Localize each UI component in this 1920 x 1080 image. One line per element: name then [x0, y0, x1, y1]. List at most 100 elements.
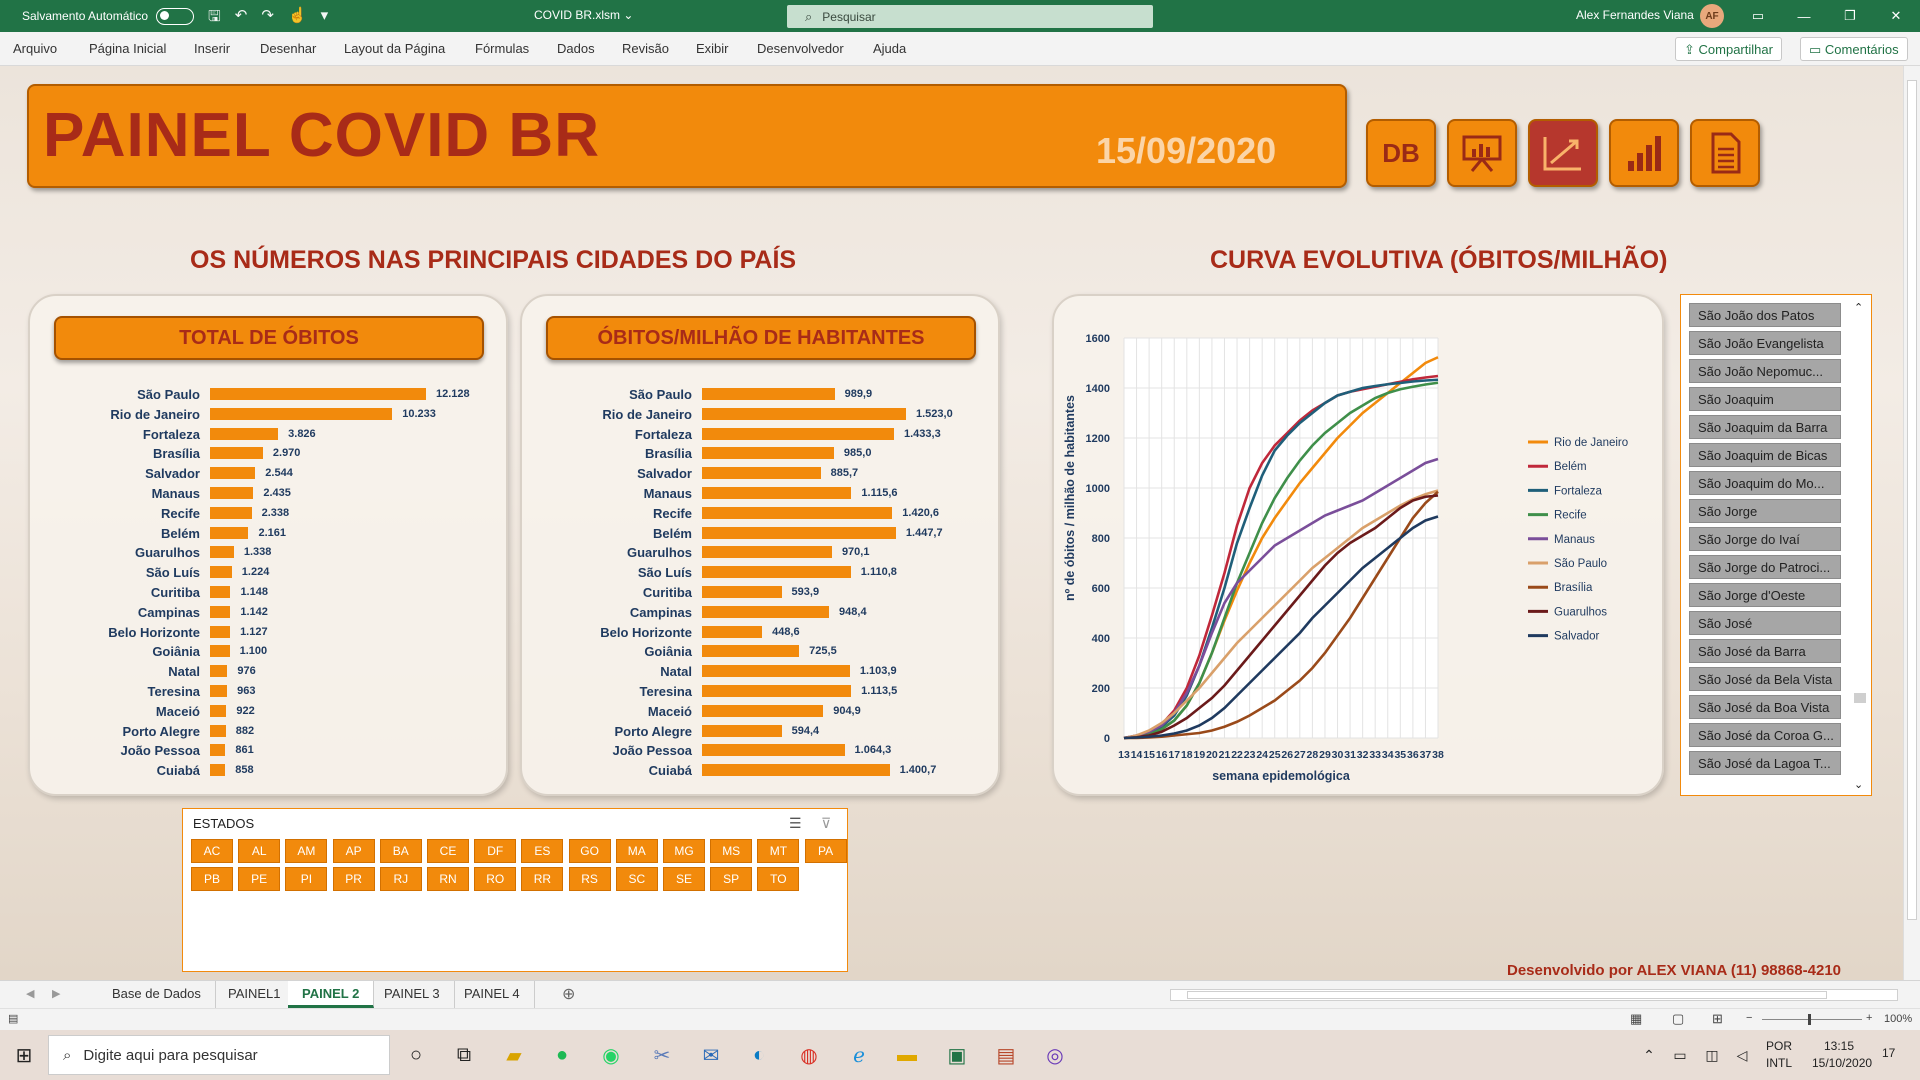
- slicer-scroll-thumb[interactable]: [1854, 693, 1866, 703]
- horizontal-scrollbar[interactable]: [1170, 989, 1898, 1001]
- menu-inserir[interactable]: Inserir: [194, 41, 230, 56]
- page-layout-view-icon[interactable]: ▢: [1672, 1011, 1684, 1027]
- autosave-toggle[interactable]: [156, 7, 195, 25]
- tab-painel2[interactable]: PAINEL 2: [288, 981, 375, 1008]
- state-button-ma[interactable]: MA: [615, 839, 658, 863]
- city-slicer-scrollbar[interactable]: ⌃ ⌄: [1853, 301, 1867, 791]
- nav-trend-button[interactable]: [1528, 119, 1598, 187]
- tab-painel4[interactable]: PAINEL 4: [450, 981, 535, 1008]
- state-button-am[interactable]: AM: [285, 839, 328, 863]
- state-button-ba[interactable]: BA: [379, 839, 422, 863]
- save-icon[interactable]: 🖫: [208, 6, 221, 31]
- state-button-se[interactable]: SE: [663, 867, 705, 891]
- state-button-pa[interactable]: PA: [804, 839, 847, 863]
- menu-exibir[interactable]: Exibir: [696, 41, 729, 56]
- state-button-ms[interactable]: MS: [710, 839, 753, 863]
- nav-bar-chart-button[interactable]: [1609, 119, 1679, 187]
- city-slicer-item[interactable]: São João Evangelista: [1689, 331, 1841, 355]
- state-button-pb[interactable]: PB: [191, 867, 233, 891]
- taskbar-search-input[interactable]: ⌕ Digite aqui para pesquisar: [48, 1035, 390, 1075]
- city-slicer[interactable]: São João dos Patos São João Evangelista Sã…: [1680, 294, 1872, 796]
- chrome-icon[interactable]: ◍: [795, 1041, 823, 1069]
- search-input[interactable]: ⌕ Pesquisar: [787, 5, 1153, 28]
- nav-document-button[interactable]: [1690, 119, 1760, 187]
- state-button-to[interactable]: TO: [757, 867, 800, 891]
- city-slicer-item[interactable]: São Joaquim: [1689, 387, 1841, 411]
- restore-icon[interactable]: ❐: [1827, 0, 1873, 32]
- nav-database-button[interactable]: DB: [1366, 119, 1436, 187]
- internet-explorer-icon[interactable]: ℯ: [845, 1041, 873, 1069]
- clock-date[interactable]: 15/10/2020: [1812, 1056, 1872, 1070]
- city-slicer-item[interactable]: São Jorge do Ivaí: [1689, 527, 1841, 551]
- zoom-slider[interactable]: [1762, 1019, 1862, 1020]
- state-button-rj[interactable]: RJ: [379, 867, 422, 891]
- city-slicer-item[interactable]: São João dos Patos: [1689, 303, 1841, 327]
- horizontal-scroll-thumb[interactable]: [1187, 991, 1827, 999]
- menu-desenvolvedor[interactable]: Desenvolvedor: [757, 41, 844, 56]
- menu-arquivo[interactable]: Arquivo: [13, 41, 57, 56]
- vertical-scrollbar[interactable]: [1903, 66, 1920, 980]
- city-slicer-item[interactable]: São José: [1689, 611, 1841, 635]
- state-button-ce[interactable]: CE: [427, 839, 469, 863]
- state-button-pe[interactable]: PE: [238, 867, 281, 891]
- menu-pagina-inicial[interactable]: Página Inicial: [89, 41, 166, 56]
- state-button-rn[interactable]: RN: [427, 867, 469, 891]
- city-slicer-item[interactable]: São José da Boa Vista: [1689, 695, 1841, 719]
- menu-ajuda[interactable]: Ajuda: [873, 41, 906, 56]
- excel-icon[interactable]: ▣: [943, 1041, 971, 1069]
- language-primary[interactable]: POR: [1766, 1039, 1792, 1053]
- mail-icon[interactable]: ✉: [697, 1041, 725, 1069]
- ribbon-display-icon[interactable]: ▭: [1735, 0, 1781, 32]
- city-slicer-item[interactable]: São José da Lagoa T...: [1689, 751, 1841, 775]
- state-button-rs[interactable]: RS: [568, 867, 611, 891]
- state-button-pi[interactable]: PI: [285, 867, 328, 891]
- city-slicer-item[interactable]: São José da Bela Vista: [1689, 667, 1841, 691]
- state-button-sc[interactable]: SC: [615, 867, 658, 891]
- state-button-rr[interactable]: RR: [521, 867, 564, 891]
- project-icon[interactable]: ▤: [992, 1041, 1020, 1069]
- state-button-sp[interactable]: SP: [710, 867, 753, 891]
- state-button-pr[interactable]: PR: [332, 867, 375, 891]
- city-slicer-item[interactable]: São Jorge d'Oeste: [1689, 583, 1841, 607]
- nav-presentation-button[interactable]: [1447, 119, 1517, 187]
- user-name[interactable]: Alex Fernandes Viana: [1576, 8, 1694, 22]
- menu-layout-pagina[interactable]: Layout da Página: [344, 41, 445, 56]
- state-button-al[interactable]: AL: [238, 839, 281, 863]
- zoom-in-icon[interactable]: +: [1866, 1012, 1872, 1024]
- vertical-scroll-thumb[interactable]: [1907, 80, 1917, 920]
- menu-desenhar[interactable]: Desenhar: [260, 41, 316, 56]
- network-icon[interactable]: ◫: [1698, 1041, 1726, 1069]
- state-button-go[interactable]: GO: [568, 839, 611, 863]
- city-slicer-item[interactable]: São Jorge do Patroci...: [1689, 555, 1841, 579]
- windows-start-icon[interactable]: ⊞: [10, 1041, 38, 1069]
- volume-icon[interactable]: ◁: [1728, 1041, 1756, 1069]
- chevron-up-icon[interactable]: ⌃: [1854, 301, 1863, 314]
- close-icon[interactable]: ✕: [1873, 0, 1919, 32]
- city-slicer-item[interactable]: São João Nepomuc...: [1689, 359, 1841, 383]
- language-secondary[interactable]: INTL: [1766, 1056, 1792, 1070]
- customize-qat-icon[interactable]: ▾: [321, 6, 329, 31]
- app-icon[interactable]: ◎: [1041, 1041, 1069, 1069]
- whatsapp-icon[interactable]: ◉: [597, 1041, 625, 1069]
- clock-time[interactable]: 13:15: [1824, 1039, 1854, 1053]
- state-button-es[interactable]: ES: [521, 839, 564, 863]
- state-button-mt[interactable]: MT: [757, 839, 800, 863]
- city-slicer-item[interactable]: São Joaquim do Mo...: [1689, 471, 1841, 495]
- task-view-icon[interactable]: ⧉: [450, 1041, 478, 1069]
- file-explorer-icon[interactable]: ▬: [893, 1041, 921, 1069]
- macro-record-icon[interactable]: ▤: [8, 1012, 18, 1025]
- tab-painel1[interactable]: PAINEL1: [214, 981, 296, 1008]
- city-slicer-item[interactable]: São Joaquim da Barra: [1689, 415, 1841, 439]
- minimize-icon[interactable]: —: [1781, 0, 1827, 32]
- state-button-ro[interactable]: RO: [474, 867, 517, 891]
- city-slicer-item[interactable]: São Joaquim de Bicas: [1689, 443, 1841, 467]
- autosave-control[interactable]: Salvamento Automático: [22, 0, 195, 32]
- tab-scroll-right-icon[interactable]: ▶: [52, 987, 60, 1000]
- menu-dados[interactable]: Dados: [557, 41, 595, 56]
- snipping-tool-icon[interactable]: ✂: [648, 1041, 676, 1069]
- zoom-level[interactable]: 100%: [1884, 1013, 1912, 1025]
- comments-button[interactable]: ▭ Comentários: [1800, 37, 1908, 61]
- spotify-icon[interactable]: ●: [548, 1041, 576, 1069]
- add-sheet-icon[interactable]: ⊕: [562, 984, 575, 1004]
- edge-icon[interactable]: ◐: [745, 1041, 773, 1069]
